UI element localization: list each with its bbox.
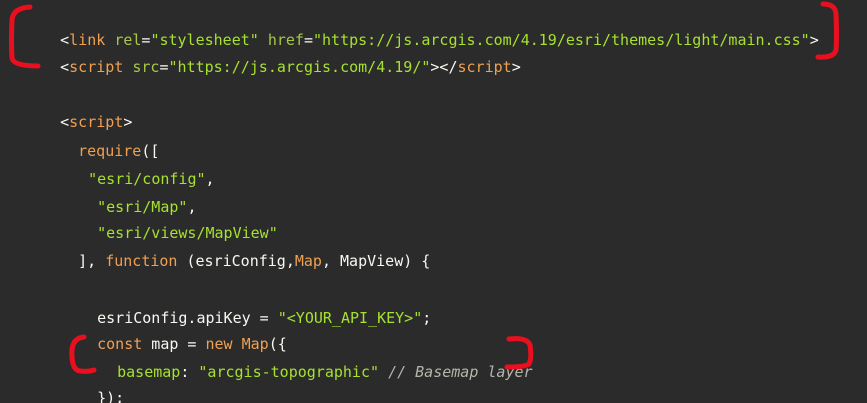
code-line-6: "esri/config", [52,149,214,188]
code-line-11: esriConfig.apiKey = "<YOUR_API_KEY>"; [61,288,431,327]
code-line-13: basemap: "arcgis-topographic" // Basemap… [81,342,532,381]
token-bracket: ></ [430,58,458,76]
token-punctuation: ], [78,252,106,270]
token-keyword: function [105,252,178,270]
code-line-14: }); [61,368,124,403]
token-bracket: > [511,58,521,76]
token-bracket: < [60,58,70,76]
token-property: basemap [117,363,181,381]
token-punctuation: : [180,363,199,381]
token-string: "<YOUR_API_KEY>" [277,309,423,327]
token-equals: = [159,58,169,76]
token-string: "arcgis-topographic" [198,363,380,381]
code-line-2: <script src="https://js.arcgis.com/4.19/… [24,37,521,76]
code-line-12: const map = new Map({ [61,314,287,353]
code-line-8: "esri/views/MapView" [61,203,278,242]
code-line-1: <link rel="stylesheet" href="https://js.… [24,10,819,49]
code-editor-panel: <link rel="stylesheet" href="https://js.… [0,0,867,403]
token-string: "https://js.arcgis.com/4.19/" [168,58,431,76]
token-comment: // Basemap layer [388,363,533,381]
token-tag: script [69,58,124,76]
token-attribute: src [132,58,160,76]
token-plain: (esriConfig, [177,252,295,270]
right-bracket-mark-top [815,1,839,60]
token-punctuation: }); [97,389,125,403]
token-punctuation: , [205,170,215,188]
token-punctuation: ; [422,309,432,327]
code-line-9: ], function (esriConfig,Map, MapView) { [42,231,430,270]
code-line-4: <script> [24,92,132,131]
code-line-5: require([ [42,121,159,160]
token-bracket: > [809,31,819,49]
token-class-name: Map [294,252,322,270]
token-plain: , MapView) { [321,252,431,270]
code-line-7: "esri/Map", [61,177,196,216]
token-tag: script [457,58,512,76]
